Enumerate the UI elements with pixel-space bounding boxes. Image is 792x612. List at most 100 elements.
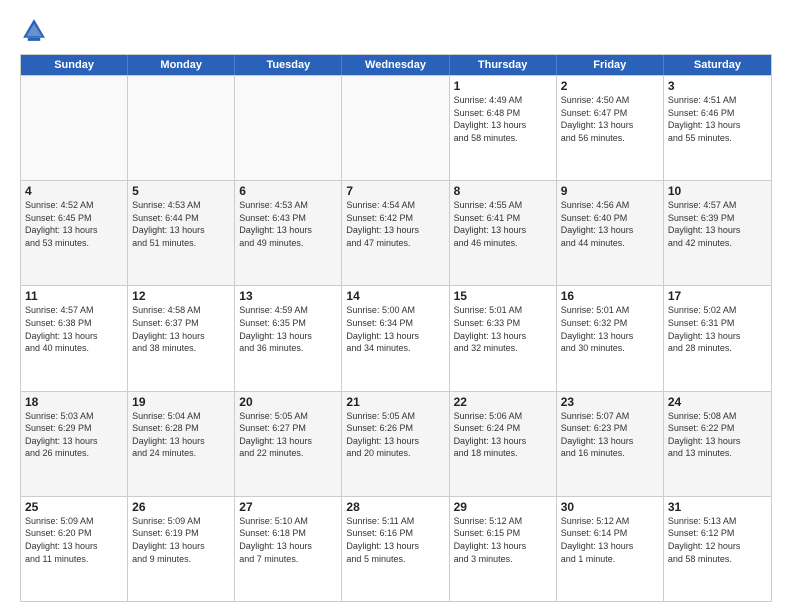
day-number: 2 xyxy=(561,79,659,93)
day-number: 26 xyxy=(132,500,230,514)
day-detail: Sunrise: 4:51 AM Sunset: 6:46 PM Dayligh… xyxy=(668,94,767,144)
day-number: 20 xyxy=(239,395,337,409)
calendar-cell: 1Sunrise: 4:49 AM Sunset: 6:48 PM Daylig… xyxy=(450,76,557,180)
calendar-cell: 23Sunrise: 5:07 AM Sunset: 6:23 PM Dayli… xyxy=(557,392,664,496)
day-number: 5 xyxy=(132,184,230,198)
calendar-cell: 16Sunrise: 5:01 AM Sunset: 6:32 PM Dayli… xyxy=(557,286,664,390)
calendar-cell: 6Sunrise: 4:53 AM Sunset: 6:43 PM Daylig… xyxy=(235,181,342,285)
day-detail: Sunrise: 4:53 AM Sunset: 6:44 PM Dayligh… xyxy=(132,199,230,249)
day-detail: Sunrise: 4:56 AM Sunset: 6:40 PM Dayligh… xyxy=(561,199,659,249)
calendar-cell: 7Sunrise: 4:54 AM Sunset: 6:42 PM Daylig… xyxy=(342,181,449,285)
calendar-cell: 10Sunrise: 4:57 AM Sunset: 6:39 PM Dayli… xyxy=(664,181,771,285)
calendar-cell: 17Sunrise: 5:02 AM Sunset: 6:31 PM Dayli… xyxy=(664,286,771,390)
day-number: 16 xyxy=(561,289,659,303)
calendar-cell xyxy=(235,76,342,180)
day-detail: Sunrise: 5:12 AM Sunset: 6:15 PM Dayligh… xyxy=(454,515,552,565)
day-detail: Sunrise: 5:10 AM Sunset: 6:18 PM Dayligh… xyxy=(239,515,337,565)
day-number: 4 xyxy=(25,184,123,198)
calendar: SundayMondayTuesdayWednesdayThursdayFrid… xyxy=(20,54,772,602)
day-detail: Sunrise: 5:05 AM Sunset: 6:26 PM Dayligh… xyxy=(346,410,444,460)
calendar-header: SundayMondayTuesdayWednesdayThursdayFrid… xyxy=(21,55,771,75)
calendar-cell: 4Sunrise: 4:52 AM Sunset: 6:45 PM Daylig… xyxy=(21,181,128,285)
calendar-cell xyxy=(21,76,128,180)
day-detail: Sunrise: 5:00 AM Sunset: 6:34 PM Dayligh… xyxy=(346,304,444,354)
day-number: 31 xyxy=(668,500,767,514)
calendar-row: 4Sunrise: 4:52 AM Sunset: 6:45 PM Daylig… xyxy=(21,180,771,285)
day-number: 12 xyxy=(132,289,230,303)
day-number: 14 xyxy=(346,289,444,303)
calendar-row: 11Sunrise: 4:57 AM Sunset: 6:38 PM Dayli… xyxy=(21,285,771,390)
day-number: 7 xyxy=(346,184,444,198)
day-detail: Sunrise: 5:05 AM Sunset: 6:27 PM Dayligh… xyxy=(239,410,337,460)
calendar-cell: 18Sunrise: 5:03 AM Sunset: 6:29 PM Dayli… xyxy=(21,392,128,496)
calendar-cell: 21Sunrise: 5:05 AM Sunset: 6:26 PM Dayli… xyxy=(342,392,449,496)
day-number: 25 xyxy=(25,500,123,514)
day-detail: Sunrise: 4:59 AM Sunset: 6:35 PM Dayligh… xyxy=(239,304,337,354)
day-detail: Sunrise: 5:09 AM Sunset: 6:19 PM Dayligh… xyxy=(132,515,230,565)
day-detail: Sunrise: 5:07 AM Sunset: 6:23 PM Dayligh… xyxy=(561,410,659,460)
calendar-cell: 20Sunrise: 5:05 AM Sunset: 6:27 PM Dayli… xyxy=(235,392,342,496)
day-detail: Sunrise: 5:04 AM Sunset: 6:28 PM Dayligh… xyxy=(132,410,230,460)
day-number: 19 xyxy=(132,395,230,409)
day-number: 22 xyxy=(454,395,552,409)
calendar-cell: 14Sunrise: 5:00 AM Sunset: 6:34 PM Dayli… xyxy=(342,286,449,390)
calendar-cell: 30Sunrise: 5:12 AM Sunset: 6:14 PM Dayli… xyxy=(557,497,664,601)
day-detail: Sunrise: 5:09 AM Sunset: 6:20 PM Dayligh… xyxy=(25,515,123,565)
day-detail: Sunrise: 4:57 AM Sunset: 6:38 PM Dayligh… xyxy=(25,304,123,354)
day-detail: Sunrise: 5:03 AM Sunset: 6:29 PM Dayligh… xyxy=(25,410,123,460)
day-number: 27 xyxy=(239,500,337,514)
day-detail: Sunrise: 4:52 AM Sunset: 6:45 PM Dayligh… xyxy=(25,199,123,249)
day-detail: Sunrise: 4:53 AM Sunset: 6:43 PM Dayligh… xyxy=(239,199,337,249)
calendar-cell: 12Sunrise: 4:58 AM Sunset: 6:37 PM Dayli… xyxy=(128,286,235,390)
day-number: 30 xyxy=(561,500,659,514)
header-day-thursday: Thursday xyxy=(450,55,557,75)
day-detail: Sunrise: 4:58 AM Sunset: 6:37 PM Dayligh… xyxy=(132,304,230,354)
day-number: 3 xyxy=(668,79,767,93)
header-day-sunday: Sunday xyxy=(21,55,128,75)
calendar-row: 18Sunrise: 5:03 AM Sunset: 6:29 PM Dayli… xyxy=(21,391,771,496)
header xyxy=(20,16,772,44)
header-day-wednesday: Wednesday xyxy=(342,55,449,75)
calendar-row: 1Sunrise: 4:49 AM Sunset: 6:48 PM Daylig… xyxy=(21,75,771,180)
calendar-cell: 25Sunrise: 5:09 AM Sunset: 6:20 PM Dayli… xyxy=(21,497,128,601)
day-detail: Sunrise: 5:13 AM Sunset: 6:12 PM Dayligh… xyxy=(668,515,767,565)
calendar-cell: 13Sunrise: 4:59 AM Sunset: 6:35 PM Dayli… xyxy=(235,286,342,390)
logo-icon xyxy=(20,16,48,44)
calendar-cell: 11Sunrise: 4:57 AM Sunset: 6:38 PM Dayli… xyxy=(21,286,128,390)
day-number: 18 xyxy=(25,395,123,409)
day-detail: Sunrise: 5:02 AM Sunset: 6:31 PM Dayligh… xyxy=(668,304,767,354)
header-day-tuesday: Tuesday xyxy=(235,55,342,75)
header-day-friday: Friday xyxy=(557,55,664,75)
day-number: 15 xyxy=(454,289,552,303)
calendar-cell: 3Sunrise: 4:51 AM Sunset: 6:46 PM Daylig… xyxy=(664,76,771,180)
calendar-cell: 8Sunrise: 4:55 AM Sunset: 6:41 PM Daylig… xyxy=(450,181,557,285)
day-number: 21 xyxy=(346,395,444,409)
day-detail: Sunrise: 4:50 AM Sunset: 6:47 PM Dayligh… xyxy=(561,94,659,144)
calendar-cell: 5Sunrise: 4:53 AM Sunset: 6:44 PM Daylig… xyxy=(128,181,235,285)
day-number: 9 xyxy=(561,184,659,198)
calendar-cell: 27Sunrise: 5:10 AM Sunset: 6:18 PM Dayli… xyxy=(235,497,342,601)
calendar-cell xyxy=(128,76,235,180)
calendar-cell: 31Sunrise: 5:13 AM Sunset: 6:12 PM Dayli… xyxy=(664,497,771,601)
calendar-cell: 2Sunrise: 4:50 AM Sunset: 6:47 PM Daylig… xyxy=(557,76,664,180)
page: SundayMondayTuesdayWednesdayThursdayFrid… xyxy=(0,0,792,612)
day-number: 29 xyxy=(454,500,552,514)
logo xyxy=(20,16,52,44)
day-number: 1 xyxy=(454,79,552,93)
day-number: 13 xyxy=(239,289,337,303)
header-day-monday: Monday xyxy=(128,55,235,75)
day-detail: Sunrise: 4:49 AM Sunset: 6:48 PM Dayligh… xyxy=(454,94,552,144)
calendar-cell: 9Sunrise: 4:56 AM Sunset: 6:40 PM Daylig… xyxy=(557,181,664,285)
calendar-body: 1Sunrise: 4:49 AM Sunset: 6:48 PM Daylig… xyxy=(21,75,771,601)
day-number: 8 xyxy=(454,184,552,198)
day-detail: Sunrise: 4:55 AM Sunset: 6:41 PM Dayligh… xyxy=(454,199,552,249)
day-detail: Sunrise: 4:54 AM Sunset: 6:42 PM Dayligh… xyxy=(346,199,444,249)
day-detail: Sunrise: 5:01 AM Sunset: 6:33 PM Dayligh… xyxy=(454,304,552,354)
day-detail: Sunrise: 5:12 AM Sunset: 6:14 PM Dayligh… xyxy=(561,515,659,565)
calendar-cell: 28Sunrise: 5:11 AM Sunset: 6:16 PM Dayli… xyxy=(342,497,449,601)
calendar-cell: 29Sunrise: 5:12 AM Sunset: 6:15 PM Dayli… xyxy=(450,497,557,601)
calendar-cell xyxy=(342,76,449,180)
day-number: 23 xyxy=(561,395,659,409)
day-number: 6 xyxy=(239,184,337,198)
day-detail: Sunrise: 5:06 AM Sunset: 6:24 PM Dayligh… xyxy=(454,410,552,460)
